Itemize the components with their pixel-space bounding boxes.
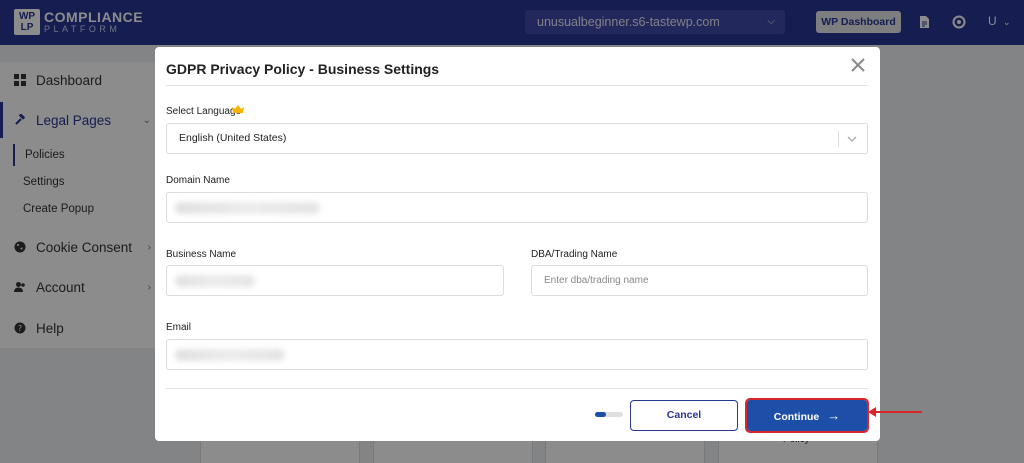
step-progress	[595, 412, 623, 417]
select-separator	[838, 131, 839, 147]
annotation-arrow-icon	[868, 407, 922, 417]
dba-label: DBA/Trading Name	[531, 249, 618, 260]
continue-button[interactable]: Continue →	[745, 398, 869, 433]
language-select-value: English (United States)	[179, 132, 287, 144]
business-settings-modal: GDPR Privacy Policy - Business Settings …	[155, 47, 880, 441]
dba-placeholder: Enter dba/trading name	[544, 275, 649, 286]
domain-name-input[interactable]	[166, 192, 868, 223]
business-name-input[interactable]	[166, 265, 504, 296]
language-label: Select Language	[166, 106, 242, 117]
business-label: Business Name	[166, 249, 237, 260]
redacted-value	[175, 275, 255, 287]
domain-label: Domain Name	[166, 175, 230, 186]
step-progress-fill	[595, 412, 607, 417]
close-icon[interactable]	[850, 57, 866, 73]
footer-divider	[166, 388, 868, 389]
redacted-value	[175, 202, 320, 214]
redacted-value	[175, 349, 285, 361]
header-divider	[166, 85, 868, 86]
language-select[interactable]: English (United States)	[166, 123, 868, 154]
dba-name-input[interactable]: Enter dba/trading name	[531, 265, 868, 296]
arrow-right-icon: →	[827, 408, 841, 423]
email-label: Email	[166, 322, 192, 333]
modal-title: GDPR Privacy Policy - Business Settings	[166, 61, 440, 77]
cancel-button[interactable]: Cancel	[630, 400, 738, 431]
continue-label: Continue	[773, 411, 820, 423]
crown-icon	[232, 105, 244, 113]
email-input[interactable]	[166, 339, 868, 370]
chevron-down-icon	[847, 136, 857, 142]
